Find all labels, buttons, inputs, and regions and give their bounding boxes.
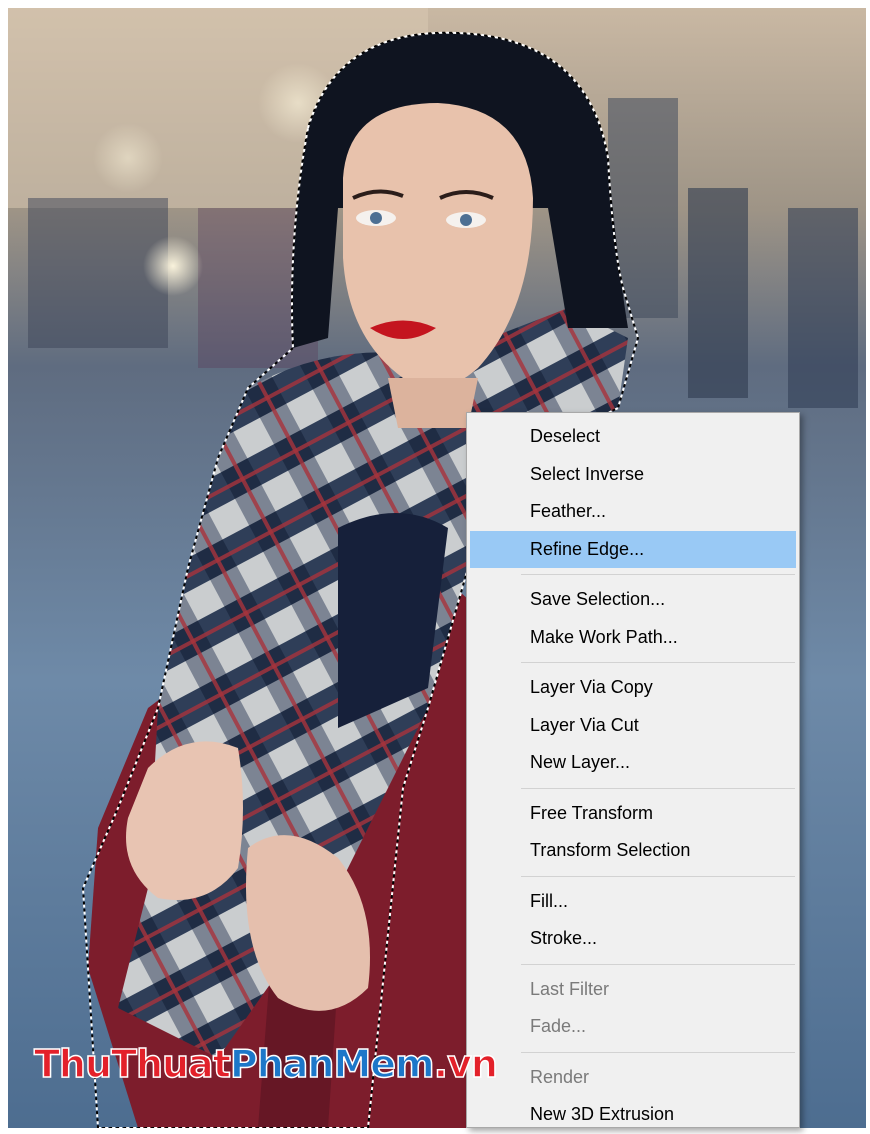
menu-separator [521,662,795,663]
menu-item-feather[interactable]: Feather... [470,493,796,531]
menu-item-last-filter: Last Filter [530,978,610,999]
menu-item-layer-via-cut[interactable]: Layer Via Cut [470,707,796,745]
menu-separator [521,1051,795,1053]
menu-item-free-transform[interactable]: Free Transform [470,795,796,833]
watermark-logo: ThuThuatPhanMem.vn [33,1041,498,1087]
menu-item-save-selection[interactable]: Save Selection... [470,581,796,619]
menu-item-new-layer[interactable]: New Layer... [470,744,796,782]
menu-separator [521,787,795,789]
menu-separator [521,963,795,965]
menu-item-stroke[interactable]: Stroke... [470,920,796,958]
menu-item-layer-via-copy[interactable]: Layer Via Copy [470,669,796,707]
menu-item-deselect[interactable]: Deselect [470,418,796,456]
menu-item-transform-selection[interactable]: Transform Selection [470,832,796,870]
menu-item-make-work-path[interactable]: Make Work Path... [470,619,796,657]
menu-item-fill[interactable]: Fill... [470,883,796,921]
menu-item-select-inverse[interactable]: Select Inverse [470,456,796,494]
menu-item-refine-edge[interactable]: Refine Edge... [470,530,796,568]
menu-separator [521,875,795,877]
menu-item-fade: Fade... [530,1016,587,1036]
menu-separator [521,574,795,575]
menu-item-render: Render [530,1066,590,1087]
context-menu: Deselect Select Inverse Feather... Refine E… [466,412,800,1128]
menu-item-new-3d-extrusion[interactable]: New 3D Extrusion [470,1096,796,1134]
